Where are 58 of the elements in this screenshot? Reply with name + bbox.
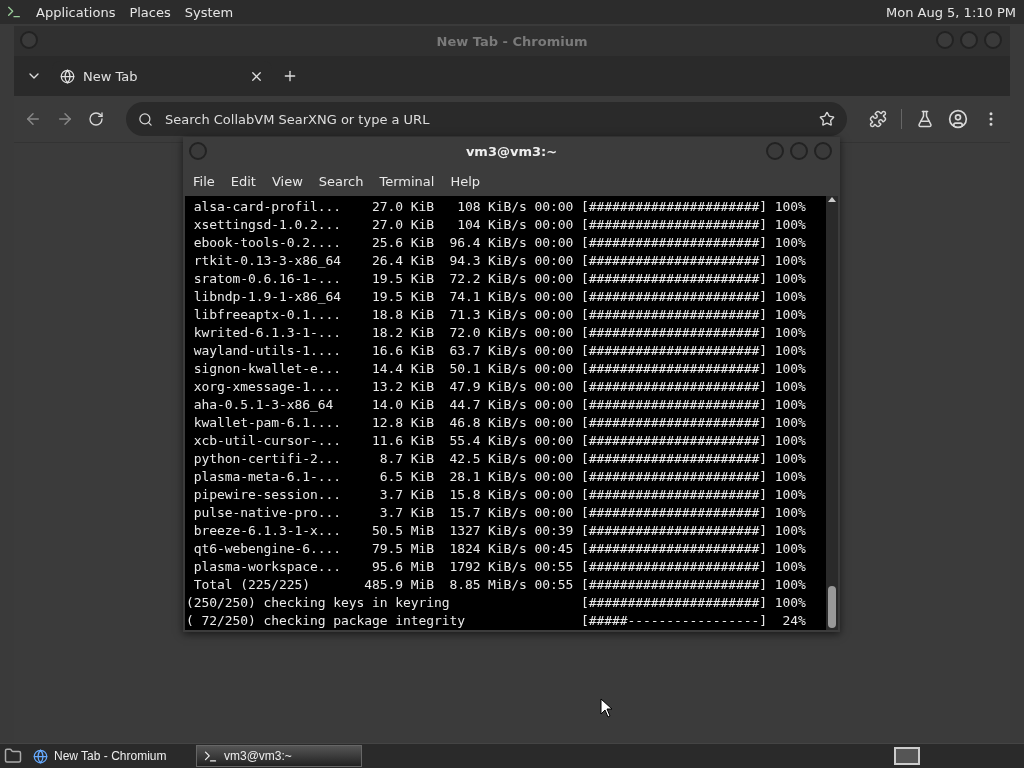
terminal-line: kwrited-6.1.3-1-... 18.2 KiB 72.0 KiB/s 00:00 [######################] 100% (192, 324, 807, 342)
terminal-line: aha-0.5.1-3-x86_64 14.0 KiB 44.7 KiB/s 00:00 [######################] 100% (192, 396, 807, 414)
globe-icon (33, 748, 48, 764)
back-icon[interactable] (24, 110, 42, 128)
menu-item[interactable]: Edit (222, 173, 264, 189)
extensions-icon[interactable] (869, 110, 887, 128)
clock[interactable]: Mon Aug 5, 1:10 PM (886, 4, 1016, 20)
terminal-icon[interactable] (6, 4, 22, 20)
terminal-line: libndp-1.9-1-x86_64 19.5 KiB 74.1 KiB/s 00:00 [######################] 100% (192, 288, 807, 306)
taskbar-button[interactable]: New Tab - Chromium (26, 745, 192, 767)
panel-menu[interactable]: Applications (36, 4, 116, 20)
forward-icon[interactable] (56, 110, 74, 128)
terminal-line: Total (225/225) 485.9 MiB 8.85 MiB/s 00:55 [######################] 100% (192, 576, 807, 594)
terminal-line: xsettingsd-1.0.2... 27.0 KiB 104 KiB/s 00:00 [######################] 100% (192, 216, 807, 234)
folder-icon[interactable] (4, 747, 22, 765)
terminal-line: xorg-xmessage-1.... 13.2 KiB 47.9 KiB/s 00:00 [######################] 100% (192, 378, 807, 396)
terminal-line: qt6-webengine-6.... 79.5 MiB 1824 KiB/s 00:45 [######################] 100% (192, 540, 807, 558)
workspace-switcher[interactable] (894, 747, 920, 765)
mouse-cursor-icon (600, 698, 614, 718)
bookmark-star-icon[interactable] (819, 111, 835, 127)
search-icon (138, 111, 153, 127)
terminal-line: alsa-card-profil... 27.0 KiB 108 KiB/s 00:00 [######################] 100% (192, 198, 807, 216)
terminal-line: ( 72/250) checking package integrity [#####-----------------] 24% (186, 612, 807, 630)
window-title: vm3@vm3:~ (465, 144, 558, 159)
terminal-line: python-certifi-2... 8.7 KiB 42.5 KiB/s 00:00 [######################] 100% (192, 450, 807, 468)
menu-item[interactable]: File (185, 173, 223, 189)
terminal-line: libfreeaptx-0.1.... 18.8 KiB 71.3 KiB/s 00:00 [######################] 100% (192, 306, 807, 324)
terminal-line: plasma-workspace... 95.6 MiB 1792 KiB/s 00:55 [######################] 100% (192, 558, 807, 576)
scroll-up-icon[interactable] (828, 196, 836, 204)
terminal-line: (250/250) checking keys in keyring [######################] 100% (186, 594, 807, 612)
terminal-line: signon-kwallet-e... 14.4 KiB 50.1 KiB/s 00:00 [######################] 100% (192, 360, 807, 378)
flask-icon[interactable] (916, 110, 934, 128)
new-tab-icon[interactable] (282, 68, 298, 84)
terminal-line: rtkit-0.13-3-x86_64 26.4 KiB 94.3 KiB/s 00:00 [######################] 100% (192, 252, 807, 270)
terminal-line: wayland-utils-1.... 16.6 KiB 63.7 KiB/s 00:00 [######################] 100% (192, 342, 807, 360)
menu-item[interactable]: Help (442, 173, 489, 189)
profile-icon[interactable] (948, 109, 968, 129)
scrollbar-thumb[interactable] (828, 586, 836, 628)
terminal-line: kwallet-pam-6.1.... 12.8 KiB 46.8 KiB/s 00:00 [######################] 100% (192, 414, 807, 432)
terminal-line: breeze-6.1.3-1-x... 50.5 MiB 1327 KiB/s 00:39 [######################] 100% (192, 522, 807, 540)
terminal-line: ebook-tools-0.2.... 25.6 KiB 96.4 KiB/s 00:00 [######################] 100% (192, 234, 807, 252)
terminal-icon (203, 748, 218, 764)
address-bar[interactable]: Search CollabVM SearXNG or type a URL (126, 102, 847, 136)
terminal-line: pulse-native-pro... 3.7 KiB 15.7 KiB/s 00:00 [######################] 100% (192, 504, 807, 522)
taskbar-button[interactable]: vm3@vm3:~ (196, 745, 362, 767)
terminal-line: sratom-0.6.16-1-... 19.5 KiB 72.2 KiB/s 00:00 [######################] 100% (192, 270, 807, 288)
terminal-line: pipewire-session... 3.7 KiB 15.8 KiB/s 00:00 [######################] 100% (192, 486, 807, 504)
menu-item[interactable]: View (263, 173, 311, 189)
menu-item[interactable]: Search (310, 173, 372, 189)
menu-item[interactable]: Terminal (371, 173, 443, 189)
terminal-line: xcb-util-cursor-... 11.6 KiB 55.4 KiB/s 00:00 [######################] 100% (192, 432, 807, 450)
panel-menu[interactable]: Places (129, 4, 171, 20)
panel-menu[interactable]: System (184, 4, 234, 20)
terminal-line: plasma-meta-6.1-... 6.5 KiB 28.1 KiB/s 00:00 [######################] 100% (192, 468, 807, 486)
reload-icon[interactable] (88, 111, 104, 127)
globe-icon (60, 68, 75, 84)
window-title: New Tab - Chromium (436, 33, 588, 49)
scrollbar[interactable] (826, 196, 838, 630)
